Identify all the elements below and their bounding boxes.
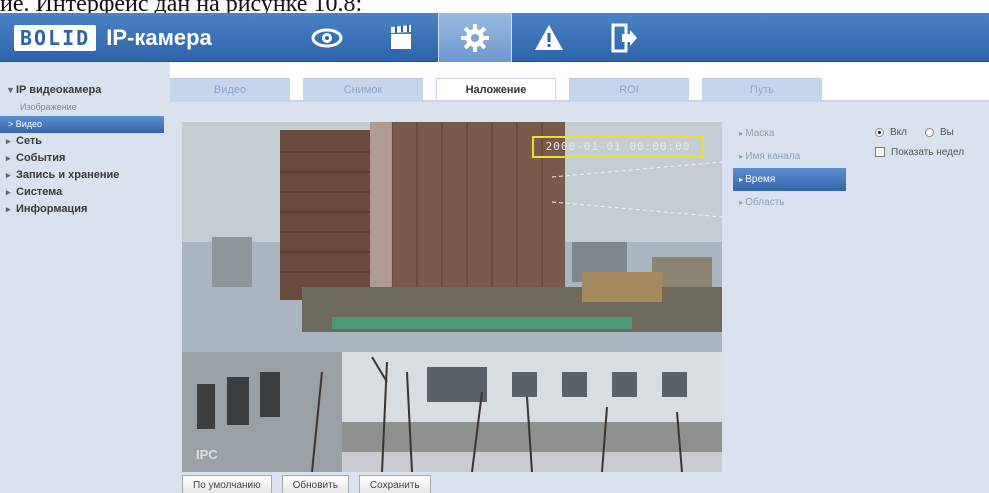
expanded-arrow-icon: ▼ (6, 85, 15, 95)
top-header: BOLID IP-камера (0, 13, 989, 62)
app-root: ие. Интерфейс дан на рисунке 10.8: BOLID… (0, 0, 989, 493)
time-options: Вкл Вы Показать недел (875, 122, 989, 202)
camera-scene-image (182, 122, 722, 472)
nav-settings[interactable] (438, 13, 512, 62)
warning-icon (535, 24, 563, 50)
menu-item-area[interactable]: Область (733, 191, 846, 214)
main-content: Видео Снимок Наложение ROI Путь 2000-01-… (170, 62, 989, 493)
brand-logo: BOLID IP-камера (14, 23, 212, 53)
menu-item-time[interactable]: Время (733, 168, 846, 191)
nav-live-view[interactable] (290, 13, 364, 62)
video-preview[interactable]: 2000-01-01 00:00:00 IPC (182, 122, 722, 472)
sidebar-group-label: Информация (16, 203, 88, 215)
sidebar-group-label: События (16, 152, 66, 164)
menu-item-mask[interactable]: Маска (733, 122, 846, 145)
nav-playback[interactable] (364, 13, 438, 62)
tab-overlay[interactable]: Наложение (436, 78, 556, 101)
sidebar-group-info[interactable]: ▸ Информация (0, 201, 170, 218)
gear-icon (461, 23, 489, 52)
overlay-panel: 2000-01-01 00:00:00 IPC Маска Имя канала… (170, 102, 989, 493)
show-week-row: Показать недел (875, 142, 989, 162)
radio-on[interactable] (875, 127, 884, 137)
main-nav (290, 13, 660, 62)
collapsed-arrow-icon: ▸ (6, 136, 11, 146)
overlay-type-menu: Маска Имя канала Время Область (733, 122, 846, 472)
sidebar-group-camera[interactable]: ▼IP видеокамера (0, 82, 170, 99)
collapsed-arrow-icon: ▸ (6, 187, 11, 197)
menu-item-channel-name[interactable]: Имя канала (733, 145, 846, 168)
sidebar-group-network[interactable]: ▸ Сеть (0, 133, 170, 150)
time-overlay-box[interactable]: 2000-01-01 00:00:00 (532, 136, 704, 158)
tab-video[interactable]: Видео (170, 78, 290, 101)
radio-off[interactable] (925, 127, 934, 137)
tab-roi[interactable]: ROI (569, 78, 689, 101)
sidebar-group-system[interactable]: ▸ Система (0, 184, 170, 201)
sidebar-group-label: Сеть (16, 135, 43, 147)
action-buttons: По умолчанию Обновить Сохранить (182, 475, 441, 493)
enable-radio-group: Вкл Вы (875, 122, 989, 142)
show-week-checkbox[interactable] (875, 147, 885, 157)
product-title: IP-камера (106, 25, 212, 50)
sidebar-group-label: Система (16, 186, 63, 198)
sidebar: ▼IP видеокамера Изображение Видео ▸Сеть … (0, 62, 170, 493)
tab-path[interactable]: Путь (702, 78, 822, 101)
collapsed-arrow-icon: ▸ (6, 153, 11, 163)
tab-snapshot[interactable]: Снимок (303, 78, 423, 101)
radio-off-label: Вы (940, 126, 954, 138)
radio-on-label: Вкл (890, 126, 907, 138)
default-button[interactable]: По умолчанию (182, 475, 272, 493)
nav-logout[interactable] (586, 13, 660, 62)
channel-name-overlay[interactable]: IPC (196, 447, 218, 462)
sidebar-group-storage[interactable]: ▸ Запись и хранение (0, 167, 170, 184)
show-week-label: Показать недел (891, 146, 965, 158)
settings-tabs: Видео Снимок Наложение ROI Путь (170, 78, 989, 101)
refresh-button[interactable]: Обновить (281, 475, 349, 493)
save-button[interactable]: Сохранить (358, 475, 431, 493)
sidebar-group-events[interactable]: ▸ События (0, 150, 170, 167)
exit-icon (611, 23, 637, 52)
eye-icon (311, 28, 343, 47)
sidebar-item-video[interactable]: Видео (0, 116, 164, 133)
logo-mark: BOLID (14, 25, 97, 51)
collapsed-arrow-icon: ▸ (6, 204, 11, 214)
sidebar-item-image[interactable]: Изображение (0, 99, 170, 116)
sidebar-group-label: IP видеокамера (16, 84, 102, 96)
clapperboard-icon (391, 24, 411, 49)
collapsed-arrow-icon: ▸ (6, 170, 11, 180)
sidebar-group-label: Запись и хранение (16, 169, 120, 181)
nav-alarm[interactable] (512, 13, 586, 62)
